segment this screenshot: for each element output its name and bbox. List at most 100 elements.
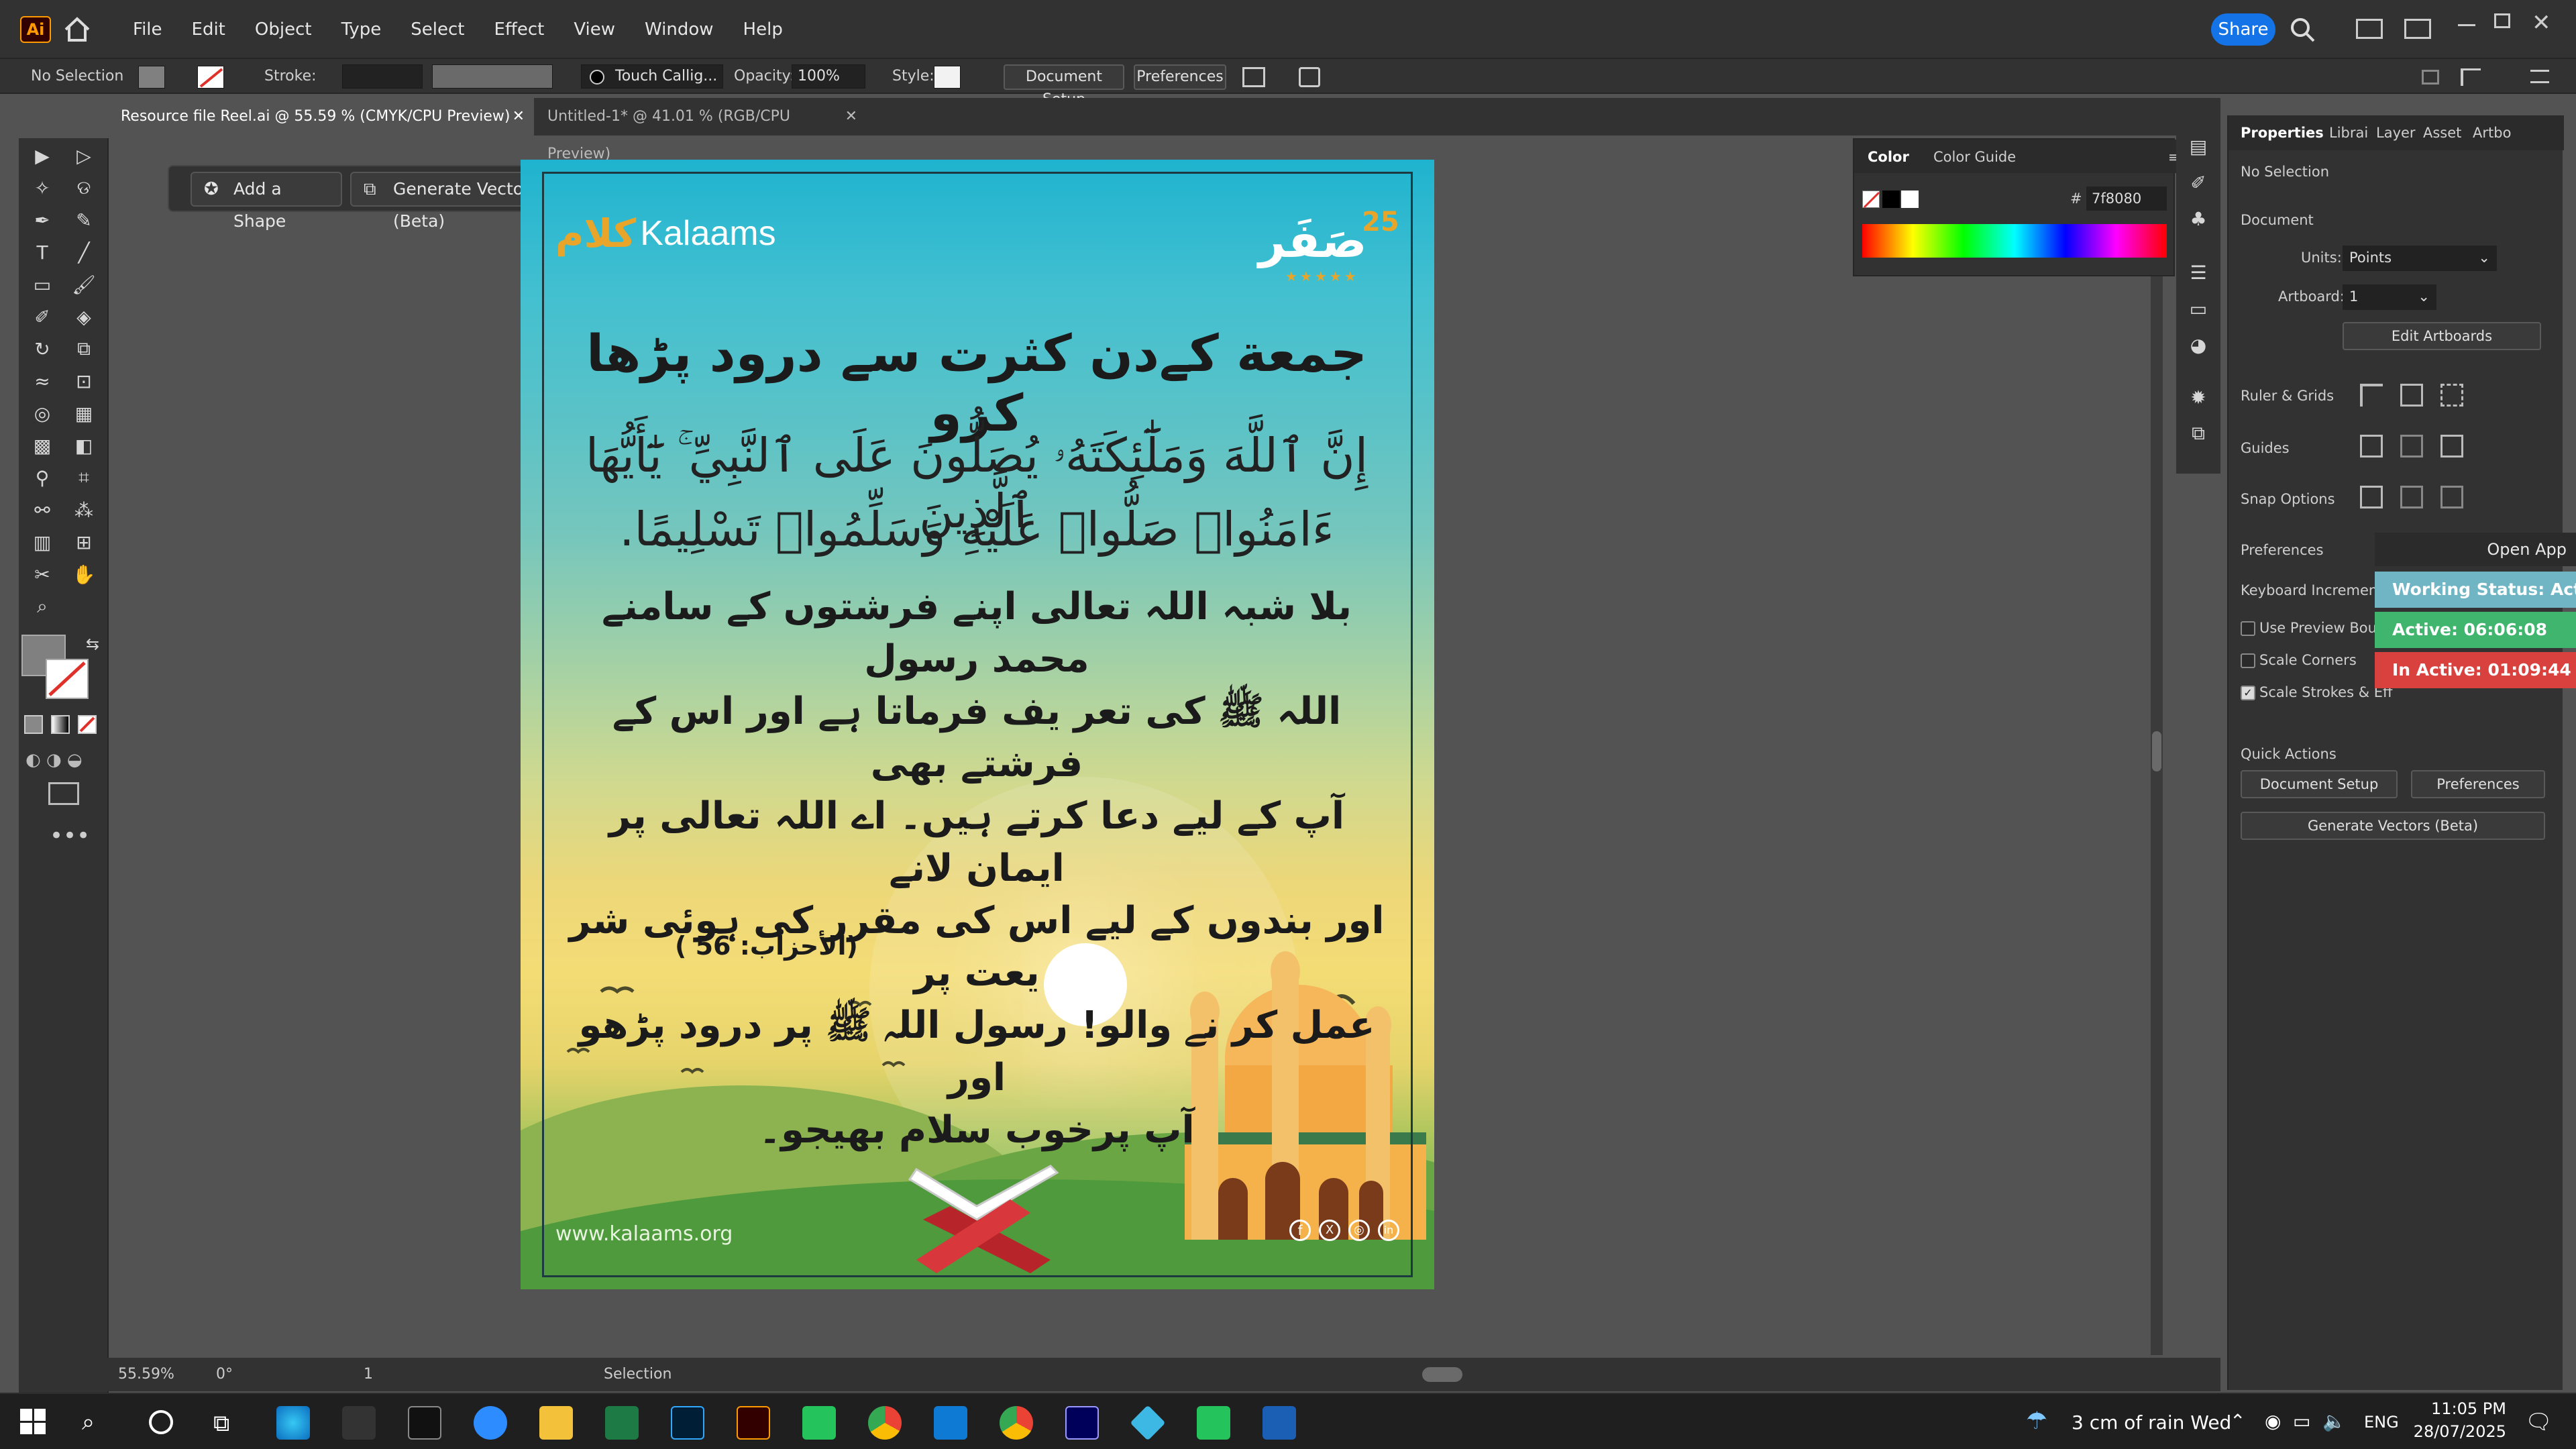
quick-document-setup-button[interactable]: Document Setup <box>2241 770 2398 798</box>
network-icon[interactable]: ◉ <box>2265 1410 2281 1432</box>
units-dropdown[interactable]: Points ⌄ <box>2343 246 2497 271</box>
artboard-tool-icon[interactable]: ⊞ <box>67 529 101 555</box>
panel-menu-icon[interactable] <box>2530 70 2549 83</box>
file-explorer-icon[interactable] <box>539 1406 573 1440</box>
gradient-mode-icon[interactable] <box>51 715 70 734</box>
direct-selection-tool-icon[interactable]: ▷ <box>67 142 101 169</box>
transparency-icon[interactable]: ◕ <box>2182 331 2215 358</box>
none-swatch[interactable] <box>1862 191 1880 209</box>
pen-tool-icon[interactable]: ✒ <box>25 207 59 233</box>
calculator-icon[interactable] <box>1263 1406 1296 1440</box>
open-app-button[interactable]: Open App <box>2375 533 2576 566</box>
perspective-grid-icon[interactable]: ▦ <box>67 400 101 427</box>
tray-chevron-icon[interactable]: ⌃ <box>2230 1410 2245 1432</box>
tab-layers[interactable]: Layer <box>2376 125 2416 141</box>
grid-icon[interactable] <box>2400 384 2423 407</box>
tab-libraries[interactable]: Librai <box>2329 125 2368 141</box>
ruler-icon[interactable] <box>2360 384 2383 407</box>
menu-view[interactable]: View <box>561 0 627 59</box>
eraser-icon[interactable]: ◈ <box>67 303 101 330</box>
stroke-swatch[interactable] <box>197 66 224 89</box>
magic-wand-icon[interactable]: ✧ <box>25 174 59 201</box>
edit-artboards-button[interactable]: Edit Artboards <box>2343 322 2541 350</box>
pen-app-icon[interactable] <box>342 1406 376 1440</box>
eyedropper-icon[interactable]: ⚲ <box>25 464 59 491</box>
app-diamond-icon[interactable] <box>1130 1405 1166 1441</box>
blend-tool-icon[interactable]: ⚯ <box>25 496 59 523</box>
slice-tool-icon[interactable]: ✂ <box>25 561 59 588</box>
style-swatch[interactable] <box>934 66 961 89</box>
type-tool-icon[interactable]: T <box>25 239 59 266</box>
snap-point-icon[interactable] <box>2360 486 2383 508</box>
menu-type[interactable]: Type <box>329 0 394 59</box>
stroke-weight-input[interactable] <box>342 64 423 89</box>
draw-modes-icon[interactable]: ◐ ◑ ◒ <box>25 750 93 770</box>
isolate-icon[interactable] <box>1299 67 1320 87</box>
tab-properties[interactable]: Properties <box>2241 125 2324 141</box>
volume-icon[interactable]: 🔈 <box>2322 1410 2346 1432</box>
text-wrap-icon[interactable] <box>2461 68 2481 86</box>
menu-edit[interactable]: Edit <box>180 0 237 59</box>
selection-tool-icon[interactable]: ▶ <box>25 142 59 169</box>
swatches-icon[interactable]: ▤ <box>2182 133 2215 160</box>
horizontal-scroll-thumb[interactable] <box>1422 1367 1462 1382</box>
close-icon[interactable]: ✕ <box>2532 9 2551 36</box>
snap-grid-icon[interactable] <box>2400 486 2423 508</box>
artboard-number[interactable]: 1 <box>364 1366 373 1383</box>
chat-app-2-icon[interactable] <box>1197 1406 1230 1440</box>
fill-swatch[interactable] <box>138 66 165 89</box>
color-spectrum[interactable] <box>1862 224 2167 258</box>
hex-input[interactable]: 7f8080 <box>2086 186 2167 211</box>
brush-definition[interactable]: Touch Callig... <box>581 64 723 89</box>
language-indicator[interactable]: ENG <box>2364 1413 2399 1432</box>
vscode-icon[interactable] <box>934 1406 967 1440</box>
maximize-icon[interactable] <box>2494 13 2510 28</box>
symbol-sprayer-icon[interactable]: ⁂ <box>67 496 101 523</box>
none-mode-icon[interactable] <box>78 715 97 734</box>
gradient-tool-icon[interactable]: ◧ <box>67 432 101 459</box>
search-icon[interactable] <box>2289 16 2316 46</box>
lock-guides-icon[interactable] <box>2400 435 2423 458</box>
graph-tool-icon[interactable]: ▥ <box>25 529 59 555</box>
mesh-tool-icon[interactable]: ▩ <box>25 432 59 459</box>
tab-resource-file[interactable]: Resource file Reel.ai @ 55.59 % (CMYK/CP… <box>107 98 534 136</box>
scale-strokes-checkbox[interactable]: ✓ Scale Strokes & Eff <box>2241 684 2393 700</box>
menu-help[interactable]: Help <box>731 0 795 59</box>
menu-file[interactable]: File <box>121 0 174 59</box>
menu-object[interactable]: Object <box>243 0 324 59</box>
arrange-docs-icon[interactable] <box>2422 70 2439 85</box>
zoom-level[interactable]: 55.59% <box>118 1366 174 1383</box>
minimize-icon[interactable] <box>2458 24 2475 26</box>
preferences-button[interactable]: Preferences <box>1134 64 1226 90</box>
chrome-icon[interactable] <box>868 1406 902 1440</box>
screen-mode-icon[interactable] <box>48 782 79 805</box>
zoom-tool-icon[interactable]: ⌕ <box>25 593 59 620</box>
weather-text[interactable]: 3 cm of rain Wed <box>2072 1411 2231 1434</box>
opacity-input[interactable]: 100% <box>792 64 865 89</box>
stroke-panel-icon[interactable]: ☰ <box>2182 259 2215 286</box>
scale-corners-checkbox[interactable]: Scale Corners <box>2241 652 2357 668</box>
paintbrush-icon[interactable]: 🖌 <box>67 271 101 298</box>
notifications-icon[interactable]: 🗨 <box>2525 1409 2553 1434</box>
edge-icon[interactable] <box>276 1406 310 1440</box>
snap-pixel-icon[interactable] <box>2440 486 2463 508</box>
artboard[interactable]: كلام Kalaams صَفَر 25 ★★★★★ جمعة کےدن کث… <box>521 160 1434 1289</box>
windows-start-icon[interactable] <box>20 1409 46 1434</box>
search-icon[interactable]: ⌕ <box>82 1409 95 1436</box>
scale-tool-icon[interactable]: ⧉ <box>67 335 101 362</box>
export-icon[interactable]: ⧉ <box>2182 420 2215 447</box>
menu-effect[interactable]: Effect <box>482 0 557 59</box>
variable-width-profile[interactable] <box>432 64 553 89</box>
white-swatch[interactable] <box>1901 191 1919 208</box>
terminal-icon[interactable] <box>408 1406 441 1440</box>
line-tool-icon[interactable]: ╱ <box>67 239 101 266</box>
tab-artboards[interactable]: Artbo <box>2473 125 2511 141</box>
premiere-icon[interactable] <box>1065 1406 1099 1440</box>
cortana-icon[interactable] <box>149 1410 173 1434</box>
add-shape-button[interactable]: ✪ Add a Shape <box>191 172 342 231</box>
stroke-color-swatch[interactable] <box>46 659 89 699</box>
close-tab-icon[interactable]: ✕ <box>845 98 857 136</box>
arrange-icon[interactable] <box>2404 19 2431 39</box>
transparency-grid-icon[interactable] <box>2440 384 2463 407</box>
excel-icon[interactable] <box>605 1406 639 1440</box>
